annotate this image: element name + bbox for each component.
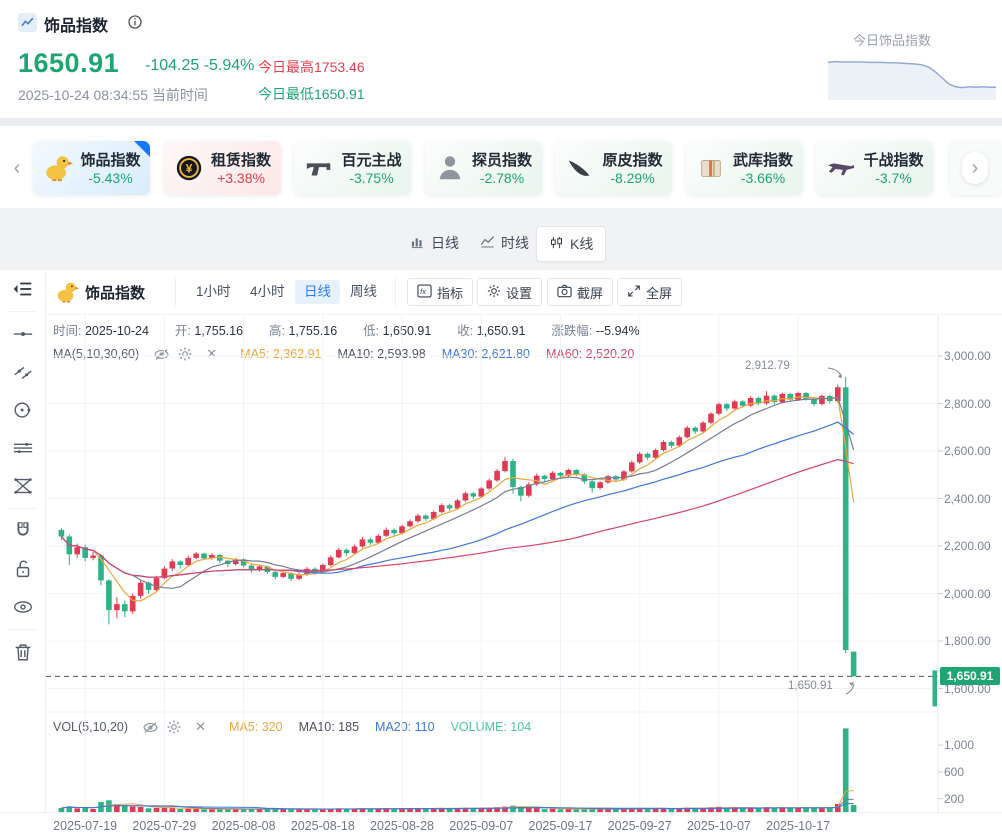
high-annotation: 2,912.79 — [745, 360, 790, 372]
x-axis-label: 2025-08-28 — [360, 819, 444, 833]
current-time: 2025-10-24 08:34:55 当前时间 — [18, 85, 208, 105]
kline-chart[interactable] — [0, 270, 1002, 840]
index-card-percent: -8.29% — [599, 170, 666, 186]
x-axis-label: 2025-09-07 — [439, 819, 523, 833]
spark-title: 今日饰品指数 — [853, 30, 931, 49]
day-low: 今日最低1650.91 — [258, 84, 365, 104]
y-axis-label: 1,600.00 — [944, 682, 998, 696]
x-axis-label: 2025-10-17 — [756, 819, 840, 833]
duck-icon — [43, 153, 73, 183]
day-high: 今日最高1753.46 — [258, 57, 365, 77]
y-axis-label: 1,800.00 — [944, 634, 998, 648]
y-axis-label: 2,000.00 — [944, 587, 998, 601]
volume-axis-label: 600 — [944, 765, 998, 779]
volume-axis-label: 200 — [944, 792, 998, 806]
x-axis-label: 2025-08-18 — [281, 819, 365, 833]
index-card-name: 原皮指数 — [599, 149, 666, 170]
index-card-6[interactable]: 武库指数-3.66% — [686, 141, 803, 195]
chart-panel: 饰品指数 1小时 4小时 日线 周线 fx 指标 设置 截屏 全屏 — [0, 270, 1002, 840]
y-axis-label: 3,000.00 — [944, 349, 998, 363]
y-axis-label: 2,200.00 — [944, 539, 998, 553]
tab-kline[interactable]: K线 — [536, 226, 606, 262]
y-axis-label: 2,800.00 — [944, 397, 998, 411]
y-axis-label: 2,400.00 — [944, 492, 998, 506]
tab-label: 时线 — [501, 233, 529, 253]
index-card-percent: -3.66% — [730, 170, 797, 186]
coin-icon: ¥ — [174, 153, 204, 183]
cards-scroll-right[interactable]: › — [962, 152, 988, 184]
index-card-percent: -3.75% — [338, 170, 405, 186]
x-axis-label: 2025-08-08 — [202, 819, 286, 833]
x-axis-label: 2025-07-19 — [43, 819, 127, 833]
agent-icon — [435, 153, 465, 183]
index-card-percent: +3.38% — [208, 170, 275, 186]
view-tab-strip: 日线 时线 K线 — [0, 208, 1002, 270]
line-chart-icon — [480, 234, 495, 252]
index-card-3[interactable]: 百元主战-3.75% — [294, 141, 411, 195]
index-card-name: 探员指数 — [469, 149, 536, 170]
index-card-name: 租赁指数 — [208, 149, 275, 170]
tab-label: 日线 — [431, 233, 459, 253]
index-card-4[interactable]: 探员指数-2.78% — [425, 141, 542, 195]
low-annotation: 1,650.91 — [788, 680, 833, 692]
index-card-percent: -3.7% — [860, 170, 927, 186]
index-card-5[interactable]: 原皮指数-8.29% — [555, 141, 672, 195]
tab-time-line[interactable]: 时线 — [468, 226, 541, 260]
x-axis-label: 2025-09-17 — [518, 819, 602, 833]
x-axis-label: 2025-10-07 — [677, 819, 761, 833]
candlestick-icon — [549, 235, 564, 253]
tab-day-line[interactable]: 日线 — [398, 226, 471, 260]
app: 饰品指数 1650.91 -104.25 -5.94% 2025-10-24 0… — [0, 0, 1002, 840]
current-price: 1650.91 — [18, 48, 119, 79]
info-icon[interactable] — [127, 14, 143, 30]
index-chart-icon — [18, 13, 37, 32]
y-axis-label: 2,600.00 — [944, 444, 998, 458]
page-title: 饰品指数 — [44, 12, 108, 36]
index-card-name: 百元主战 — [338, 149, 405, 170]
index-card-7[interactable]: 千战指数-3.7% — [816, 141, 933, 195]
knife-icon — [565, 153, 595, 183]
index-card-1[interactable]: 饰品指数-5.43% — [33, 141, 150, 195]
index-card-percent: -5.43% — [77, 170, 144, 186]
rifle-icon — [826, 153, 856, 183]
x-axis-label: 2025-07-29 — [122, 819, 206, 833]
cards-scroll-left[interactable]: ‹ — [4, 152, 30, 184]
bar-chart-icon — [410, 234, 425, 252]
pistol-icon — [304, 153, 334, 183]
header: 饰品指数 1650.91 -104.25 -5.94% 2025-10-24 0… — [0, 0, 1002, 118]
index-card-percent: -2.78% — [469, 170, 536, 186]
divider-band — [0, 118, 1002, 126]
index-cards-row: ‹ 饰品指数-5.43% ¥ 租赁指数+3.38% 百元主战-3.75% 探员指数-2.… — [0, 126, 1002, 208]
case-icon — [696, 153, 726, 183]
x-axis-label: 2025-09-27 — [598, 819, 682, 833]
index-card-name: 武库指数 — [730, 149, 797, 170]
x-axis: 2025-07-192025-07-292025-08-082025-08-18… — [0, 812, 1002, 840]
volume-axis-label: 1,000 — [944, 738, 998, 752]
index-card-name: 千战指数 — [860, 149, 927, 170]
index-card-2[interactable]: ¥ 租赁指数+3.38% — [164, 141, 281, 195]
svg-text:¥: ¥ — [185, 162, 192, 176]
today-sparkline — [826, 50, 998, 105]
tab-label: K线 — [570, 234, 593, 254]
price-change: -104.25 -5.94% — [145, 57, 254, 75]
selected-corner — [134, 141, 150, 157]
